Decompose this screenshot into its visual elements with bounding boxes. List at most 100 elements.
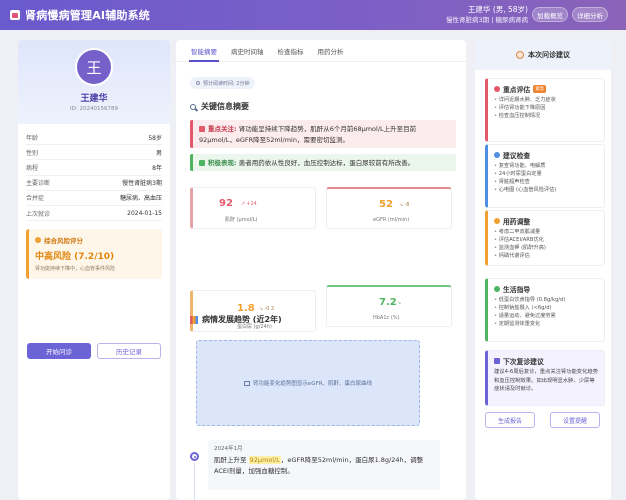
header-patient-name: 王建华 (男, 58岁): [467, 5, 528, 14]
timeline-dot: [190, 452, 199, 461]
info-row-comorbidity: 合并症 糖尿病、高血压: [26, 191, 162, 206]
metric-egfr[interactable]: 52 ↘ -8 eGFR (ml/min): [326, 187, 452, 229]
risk-score-card: 综合风险评分 中高风险 (7.2/10) 肾功能持续下降中，心血管事件风险: [26, 229, 162, 280]
chart-icon: [190, 315, 198, 324]
focus-alert: 重点关注: 肾功能呈持续下降趋势，肌酐从6个月前68μmol/L上升至目前92μ…: [190, 120, 456, 148]
main-content: 智能摘要 病史时间轴 检查指标 用药分析 预计阅读时间: 2分钟 关键信息摘要 …: [176, 40, 466, 500]
patient-info-list: 年龄 58岁 性别 男 病程 8年 主要诊断 慢性肾脏病3期 合并症 糖尿病、高血压 上次…: [18, 124, 170, 222]
card-title: 生活指导: [494, 283, 598, 294]
reading-time-badge: 预计阅读时间: 2分钟: [190, 77, 256, 89]
card-title: 建议检查: [494, 149, 598, 160]
patient-header: 王 王建华 ID: 20240156789: [18, 40, 170, 124]
key-info-title-text: 关键信息摘要: [201, 102, 249, 111]
list-item: 评估肾功能下降原因: [494, 104, 598, 112]
history-button[interactable]: 历史记录: [97, 343, 161, 359]
timeline-entry: 2024年1月 肌酐上升至 92μmol/L，eGFR降至52ml/min，蛋白…: [208, 440, 440, 490]
card-title-text: 用药调整: [503, 217, 531, 226]
card-items: 详问近期水肿、乏力症状 评估肾功能下降原因 检查血压控制情况: [494, 96, 598, 120]
card-next-visit: 下次复诊建议 建议4-6周后复诊，重点关注肾功能变化趋势和血压控制效果。如出现明…: [485, 350, 605, 406]
info-value: 慢性肾脏病3期: [122, 180, 162, 188]
positive-alert: 积极表现: 患者用药依从性良好，血压控制达标，蛋白尿较前有所改善。: [190, 154, 456, 171]
key-info-title: 关键信息摘要: [190, 101, 249, 112]
timeline-text: 肌酐上升至 92μmol/L，eGFR降至52ml/min，蛋白尿1.8g/24…: [214, 455, 434, 477]
card-items: 复查肾功能、电解质 24小时尿蛋白定量 肾脏超声检查 心电图 (心血管风险评估): [494, 162, 598, 194]
card-suggested-tests: 建议检查 复查肾功能、电解质 24小时尿蛋白定量 肾脏超声检查 心电图 (心血管…: [485, 144, 605, 208]
metric-label: 肌酐 (μmol/L): [225, 217, 258, 223]
clipboard-icon: [516, 51, 524, 59]
risk-value: 中高风险 (7.2/10): [35, 252, 115, 263]
chart-placeholder-text: 肾功能变化趋势图显示eGFR、肌酐、蛋白尿曲线: [252, 381, 373, 387]
risk-description: 肾功能持续下降中，心血管事件风险: [35, 266, 116, 273]
metric-proteinuria[interactable]: 1.8 ↘ -0.3 蛋白尿 (g/24h): [190, 290, 316, 332]
generate-report-button[interactable]: 生成报告: [485, 412, 535, 428]
tab-history-timeline[interactable]: 病史时间轴: [224, 40, 271, 61]
detail-analysis-button[interactable]: 详细分析: [572, 7, 608, 22]
card-lifestyle: 生活指导 低蛋白饮食指导 (0.8g/kg/d) 控制钠盐摄入 (<6g/d) …: [485, 278, 605, 342]
list-item: 定期监测体重变化: [494, 320, 598, 328]
timeline-date: 2024年1月: [214, 446, 243, 452]
search-icon: [190, 103, 196, 110]
header-patient-info: 王建华 (男, 58岁) 慢性肾脏病3期 | 糖尿病肾病: [446, 4, 528, 26]
warning-icon: [35, 237, 41, 244]
patient-id: ID: 20240156789: [70, 106, 118, 112]
info-row-duration: 病程 8年: [26, 160, 162, 176]
set-reminder-button[interactable]: 设置提醒: [550, 412, 600, 428]
metric-hba1c[interactable]: 7.2 ↘ HbA1c (%): [326, 285, 452, 327]
list-item: 适量运动、避免过度劳累: [494, 312, 598, 320]
info-value: 糖尿病、高血压: [119, 195, 162, 203]
positive-text: 患者用药依从性良好，血压控制达标，蛋白尿较前有所改善。: [238, 159, 415, 167]
card-title-text: 下次复诊建议: [503, 357, 544, 366]
clock-icon: [196, 81, 200, 85]
info-key: 性别: [26, 149, 39, 157]
list-item: 复查肾功能、电解质: [494, 162, 598, 170]
list-item: 低蛋白饮食指导 (0.8g/kg/d): [494, 296, 598, 304]
info-row-last-visit: 上次就诊 2024-01-15: [26, 206, 162, 222]
alert-icon: [199, 125, 205, 132]
urgent-badge: 紧急: [533, 84, 547, 93]
dot-icon: [494, 85, 500, 92]
header-patient-diagnosis: 慢性肾脏病3期 | 糖尿病肾病: [446, 16, 528, 24]
list-item: 24小时尿蛋白定量: [494, 170, 598, 178]
card-items: 低蛋白饮食指导 (0.8g/kg/d) 控制钠盐摄入 (<6g/d) 适量运动、…: [494, 296, 598, 328]
metric-creatinine[interactable]: 92 ↗ +24 肌酐 (μmol/L): [190, 187, 316, 229]
list-item: 钙磷代谢评估: [494, 252, 598, 260]
info-value: 58岁: [148, 134, 162, 142]
metric-value: 92: [219, 198, 233, 209]
suggestion-title: 本次问诊建议: [528, 51, 570, 59]
info-key: 上次就诊: [26, 210, 51, 218]
list-item: 控制钠盐摄入 (<6g/d): [494, 304, 598, 312]
list-item: 详问近期水肿、乏力症状: [494, 96, 598, 104]
card-title: 下次复诊建议: [494, 355, 598, 366]
info-value: 2024-01-15: [127, 209, 162, 217]
next-visit-text: 建议4-6周后复诊，重点关注肾功能变化趋势和血压控制效果。如出现明显水肿、少尿等…: [494, 369, 598, 392]
start-consultation-button[interactable]: 开始问诊: [27, 343, 91, 359]
card-key-assessment: 重点评估紧急 详问近期水肿、乏力症状 评估肾功能下降原因 检查血压控制情况: [485, 78, 605, 142]
card-items: 考虑二甲双胍减量 评估ACEI/ARB优化 监测血钾 (肌酐升高) 钙磷代谢评估: [494, 228, 598, 260]
card-title: 用药调整: [494, 215, 598, 226]
app-title: 肾病慢病管理AI辅助系统: [25, 9, 151, 22]
metric-trend: ↘ -0.3: [259, 307, 274, 312]
metric-label: eGFR (ml/min): [373, 217, 410, 223]
info-key: 合并症: [26, 195, 45, 203]
tab-indicators[interactable]: 检查指标: [271, 40, 311, 61]
list-item: 评估ACEI/ARB优化: [494, 236, 598, 244]
info-value: 8年: [152, 164, 162, 172]
card-title-text: 生活指导: [503, 285, 531, 294]
metric-trend: ↘: [397, 301, 402, 306]
info-key: 年龄: [26, 134, 39, 142]
list-item: 肾脏超声检查: [494, 178, 598, 186]
risk-title: 综合风险评分: [35, 235, 156, 245]
card-medication-adjust: 用药调整 考虑二甲双胍减量 评估ACEI/ARB优化 监测血钾 (肌酐升高) 钙…: [485, 210, 605, 266]
overview-button[interactable]: 加载概览: [532, 7, 568, 22]
info-key: 病程: [26, 164, 39, 172]
check-icon: [199, 159, 205, 166]
metric-label: HbA1c (%): [373, 315, 400, 321]
metric-value: 7.2: [379, 297, 397, 308]
timeline-line: [194, 463, 195, 500]
info-row-age: 年龄 58岁: [26, 130, 162, 146]
trend-title-text: 病情发展趋势 (近2年): [202, 315, 282, 324]
tab-summary[interactable]: 智能摘要: [184, 40, 224, 62]
app-header: 肾病慢病管理AI辅助系统 王建华 (男, 58岁) 慢性肾脏病3期 | 糖尿病肾…: [0, 0, 626, 30]
dot-icon: [494, 151, 500, 158]
tab-medication[interactable]: 用药分析: [311, 40, 351, 61]
